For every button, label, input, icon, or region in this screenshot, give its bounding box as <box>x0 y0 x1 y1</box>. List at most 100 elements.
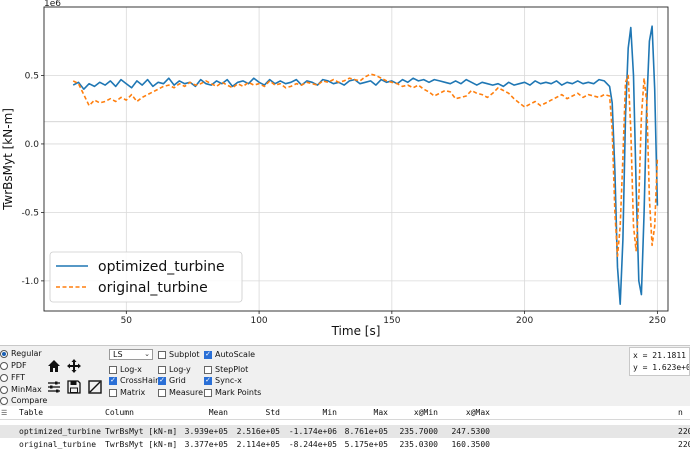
table-cell: 22001 <box>678 427 690 436</box>
table-header[interactable]: Table <box>19 408 43 417</box>
checkbox-log-x[interactable]: Log-x <box>109 364 142 375</box>
check-icon[interactable]: ✓ <box>204 376 212 385</box>
checkbox-label: StepPlot <box>215 365 249 374</box>
plot-panel[interactable]: 50 100 150 200 250 -1.0 -0.5 0.0 0.5 1e6 Time [s] T… <box>0 0 690 345</box>
table-header[interactable]: Column <box>105 408 134 417</box>
table-cell: -8.244e+05 <box>288 440 337 449</box>
radio-indicator[interactable] <box>0 396 8 405</box>
checkbox-autoscale[interactable]: ✓ AutoScale <box>204 349 255 360</box>
legend-label-original_turbine: original_turbine <box>98 280 208 296</box>
radio-label-pdf: PDF <box>11 361 27 370</box>
series-line-original_turbine <box>72 73 659 258</box>
checkbox-subplot[interactable]: Subplot <box>158 349 200 360</box>
table-header-row: ☰ Table Column Mean Std Min Max x@Min x@… <box>0 406 690 420</box>
radio-regular[interactable]: Regular <box>0 348 42 359</box>
table-header[interactable]: Std <box>230 408 280 417</box>
table-cell: 3.377e+05 <box>184 440 228 449</box>
table-header[interactable]: Max <box>340 408 388 417</box>
checkbox-label: Log-y <box>169 365 191 374</box>
radio-indicator[interactable] <box>0 349 8 358</box>
radio-fft[interactable]: FFT <box>0 372 25 383</box>
table-header[interactable]: Mean <box>180 408 228 417</box>
plot-canvas[interactable]: 50 100 150 200 250 -1.0 -0.5 0.0 0.5 1e6 Time [s] T… <box>0 0 690 345</box>
table-cell: 247.5300 <box>451 427 490 436</box>
table-cell: optimized_turbine <box>19 427 101 436</box>
checkbox-sync-x[interactable]: ✓ Sync-x <box>204 375 242 386</box>
table-cell: 160.3500 <box>451 440 490 449</box>
checkbox-label: Mark Points <box>215 388 262 397</box>
table-row[interactable]: optimized_turbine TwrBsMyt [kN-m] 3.939e… <box>0 425 690 438</box>
checkbox-box[interactable] <box>158 388 166 397</box>
check-icon[interactable]: ✓ <box>204 350 212 359</box>
aspect-ratio-icon[interactable] <box>87 379 103 395</box>
line-style-value: LS <box>113 350 123 359</box>
x-tick-label: 50 <box>121 316 133 326</box>
stats-table: ☰ Table Column Mean Std Min Max x@Min x@… <box>0 406 690 461</box>
checkbox-box[interactable] <box>109 388 117 397</box>
table-row[interactable]: original_turbine TwrBsMyt [kN-m] 3.377e+… <box>0 438 690 451</box>
toolbar: Regular PDF FFT MinMax Compare LS ⌄ Log-… <box>0 345 690 407</box>
checkbox-label: CrossHair <box>120 376 159 385</box>
y-axis-multiplier: 1e6 <box>44 0 61 9</box>
legend-label-optimized_turbine: optimized_turbine <box>98 259 225 275</box>
table-cell: 22001 <box>678 440 690 449</box>
y-tick-label: -1.0 <box>21 277 39 287</box>
radio-indicator[interactable] <box>0 361 8 370</box>
checkbox-label: Log-x <box>120 365 142 374</box>
x-tick-label: 100 <box>250 316 267 326</box>
checkbox-log-y[interactable]: Log-y <box>158 364 191 375</box>
checkbox-grid[interactable]: ✓ Grid <box>158 375 186 386</box>
radio-label-compare: Compare <box>11 396 48 405</box>
checkbox-label: Sync-x <box>215 376 242 385</box>
table-cell: 3.939e+05 <box>184 427 228 436</box>
save-icon[interactable] <box>66 379 82 395</box>
radio-minmax[interactable]: MinMax <box>0 384 42 395</box>
checkbox-label: Measure <box>169 388 203 397</box>
check-icon[interactable]: ✓ <box>109 376 117 385</box>
checkbox-matrix[interactable]: Matrix <box>109 387 145 398</box>
line-style-select[interactable]: LS ⌄ <box>109 349 153 360</box>
checkbox-mark-points[interactable]: Mark Points <box>204 387 261 398</box>
check-icon[interactable]: ✓ <box>158 376 166 385</box>
table-cell: TwrBsMyt [kN-m] <box>105 427 178 436</box>
radio-compare[interactable]: Compare <box>0 395 47 406</box>
table-cell: 2.114e+05 <box>236 440 280 449</box>
x-axis-label: Time [s] <box>331 324 381 338</box>
y-tick-label: -0.5 <box>21 208 39 218</box>
checkbox-crosshair[interactable]: ✓ CrossHair <box>109 375 158 386</box>
radio-indicator[interactable] <box>0 385 8 394</box>
radio-label-fft: FFT <box>11 373 25 382</box>
cursor-y: y = 1.623e+0 <box>633 363 690 372</box>
checkbox-box[interactable] <box>158 350 166 359</box>
cursor-readout: x = 21.1811 y = 1.623e+0 <box>629 347 690 376</box>
table-header[interactable]: n <box>678 408 683 417</box>
cursor-x: x = 21.1811 <box>633 351 686 360</box>
checkbox-stepplot[interactable]: StepPlot <box>204 364 248 375</box>
table-menu-icon[interactable]: ☰ <box>1 409 7 417</box>
x-tick-label: 200 <box>516 316 533 326</box>
checkbox-label: Grid <box>169 376 186 385</box>
y-tick-label: 0.5 <box>25 71 39 81</box>
x-tick-label: 250 <box>649 316 666 326</box>
radio-label-minmax: MinMax <box>11 385 42 394</box>
checkbox-measure[interactable]: Measure <box>158 387 203 398</box>
table-header[interactable]: x@Min <box>392 408 438 417</box>
table-header[interactable]: Min <box>283 408 337 417</box>
checkbox-box[interactable] <box>109 365 117 374</box>
checkbox-box[interactable] <box>158 365 166 374</box>
checkbox-label: Matrix <box>120 388 146 397</box>
home-icon[interactable] <box>46 358 62 374</box>
radio-pdf[interactable]: PDF <box>0 360 27 371</box>
checkbox-box[interactable] <box>204 388 212 397</box>
x-tick-label: 150 <box>383 316 400 326</box>
y-tick-label: 0.0 <box>25 140 40 150</box>
table-header[interactable]: x@Max <box>442 408 490 417</box>
pan-icon[interactable] <box>66 358 82 374</box>
table-cell: 2.516e+05 <box>236 427 280 436</box>
checkbox-box[interactable] <box>204 365 212 374</box>
table-cell: 5.175e+05 <box>344 440 388 449</box>
checkbox-label: AutoScale <box>215 350 256 359</box>
radio-indicator[interactable] <box>0 373 8 382</box>
sliders-icon[interactable] <box>46 379 62 395</box>
checkbox-label: Subplot <box>169 350 200 359</box>
